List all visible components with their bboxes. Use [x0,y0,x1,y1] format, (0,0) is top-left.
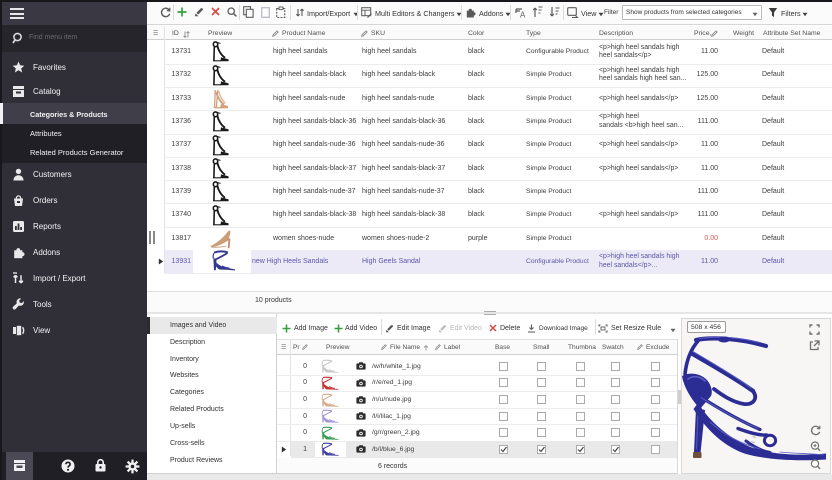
svg-text:A: A [520,11,526,20]
